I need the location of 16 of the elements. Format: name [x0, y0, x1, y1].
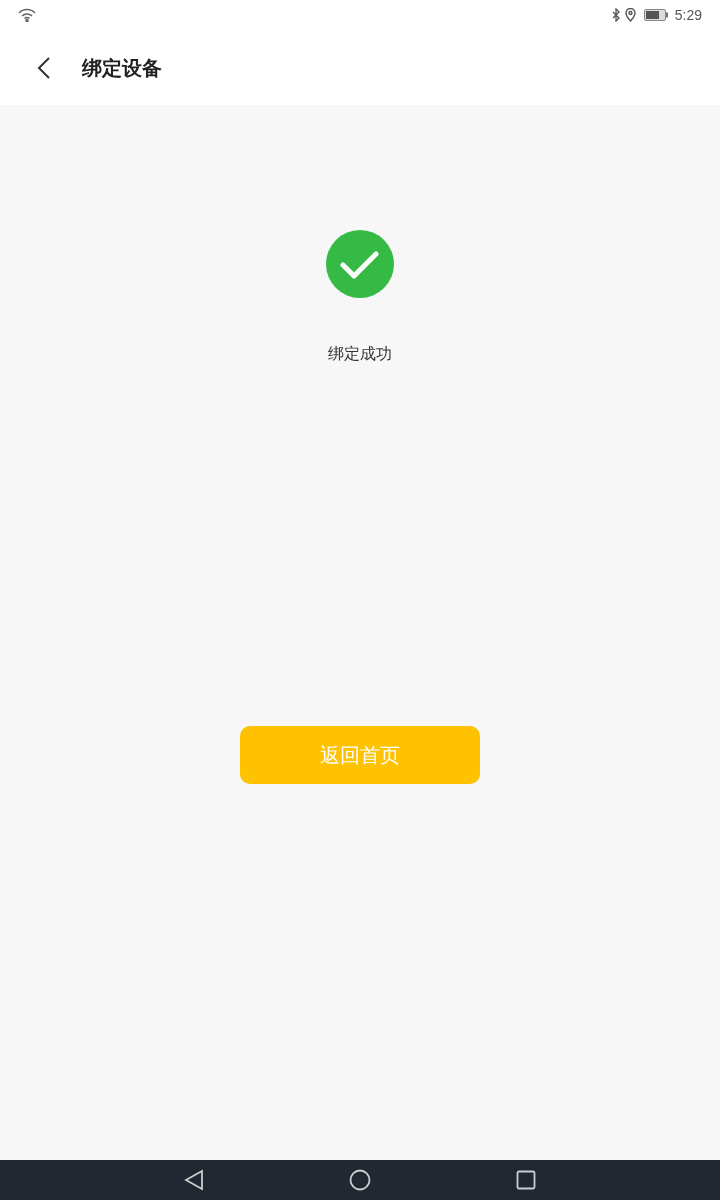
- back-chevron-icon: [37, 55, 51, 80]
- triangle-icon: [184, 1169, 204, 1191]
- success-message: 绑定成功: [328, 344, 392, 364]
- bluetooth-icon: [611, 8, 621, 22]
- success-check-icon: [326, 230, 394, 298]
- location-icon: [624, 8, 636, 22]
- home-nav-button[interactable]: [349, 1169, 371, 1191]
- wifi-icon: [18, 8, 36, 22]
- page-title: 绑定设备: [82, 55, 162, 81]
- home-button[interactable]: 返回首页: [240, 726, 480, 784]
- recents-nav-button[interactable]: [516, 1170, 536, 1190]
- back-nav-button[interactable]: [184, 1169, 204, 1191]
- circle-icon: [349, 1169, 371, 1191]
- status-time: 5:29: [674, 5, 702, 25]
- square-icon: [516, 1170, 536, 1190]
- battery-icon: [643, 9, 669, 21]
